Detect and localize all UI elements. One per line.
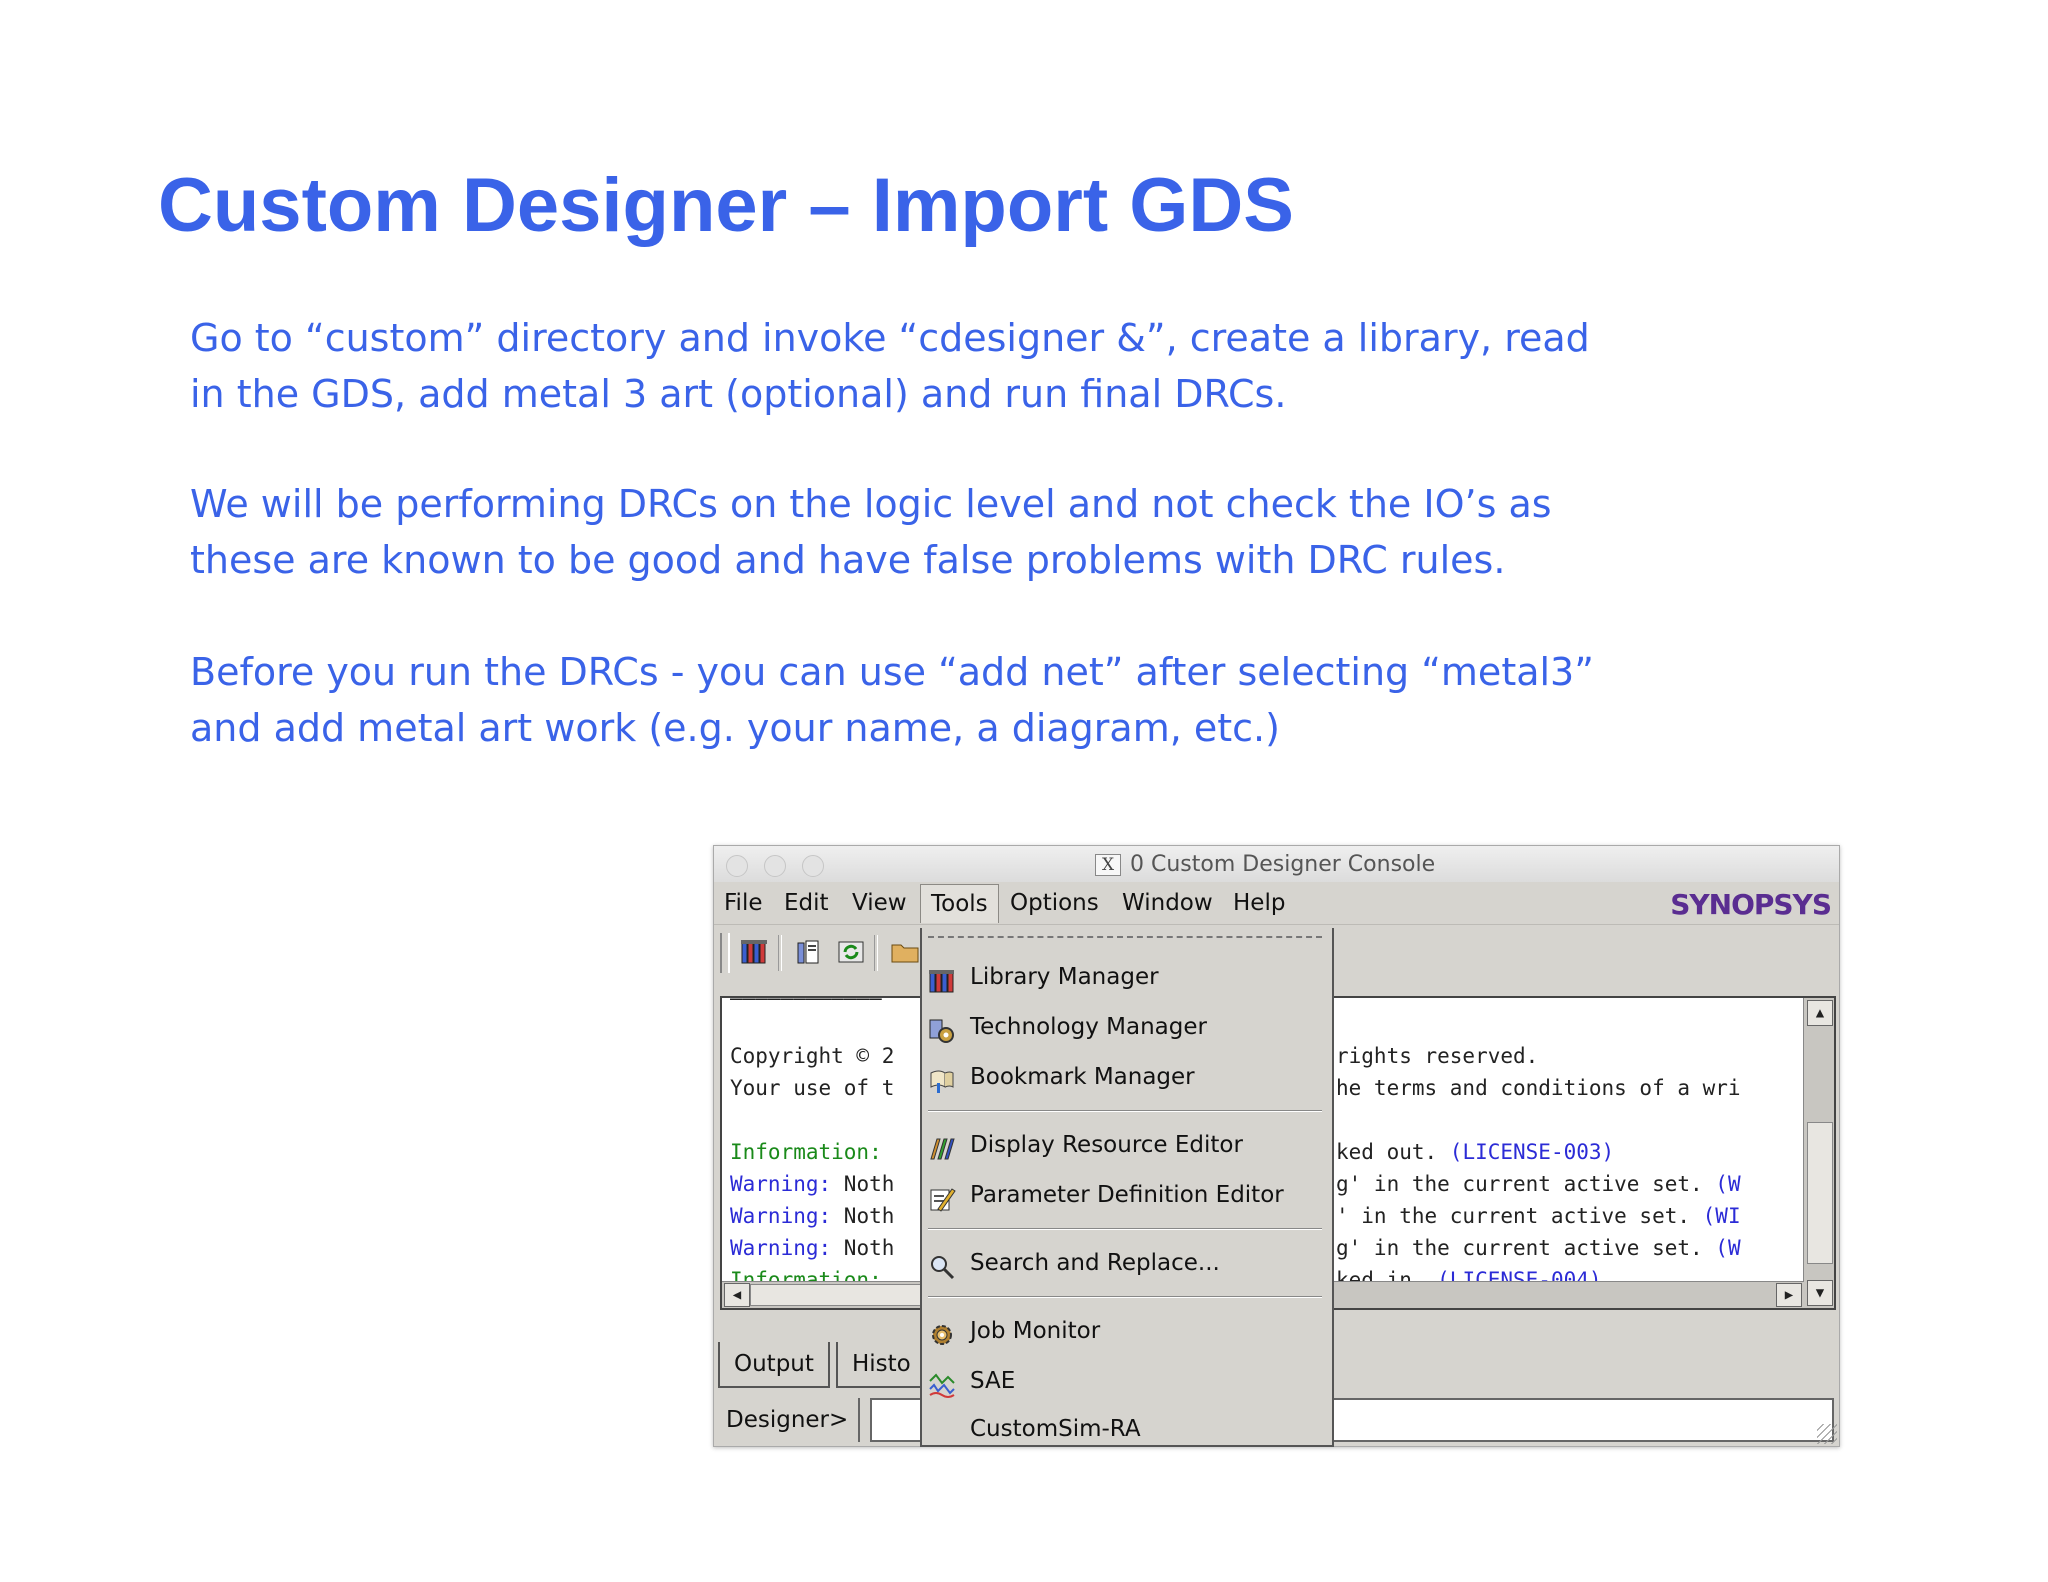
menu-item-label: SAE (970, 1368, 1016, 1394)
tab-output[interactable]: Output (718, 1342, 830, 1388)
console-line: Warning: Noth (730, 1236, 895, 1260)
slide-title: Custom Designer – Import GDS (158, 163, 1294, 248)
menu-file[interactable]: File (724, 886, 763, 920)
tab-history[interactable]: Histo (836, 1342, 927, 1388)
gear-icon (928, 1321, 956, 1349)
toolbar-grip[interactable] (720, 933, 730, 973)
menu-item-technology-manager[interactable]: Technology Manager (922, 1008, 1332, 1052)
vertical-scroll-thumb[interactable] (1807, 1122, 1833, 1264)
title-bar[interactable]: X 0 Custom Designer Console (714, 846, 1839, 883)
toolbar-separator (874, 935, 878, 971)
menu-item-label: Parameter Definition Editor (970, 1182, 1284, 1208)
library-icon[interactable] (740, 937, 770, 967)
sae-waveform-icon (928, 1371, 956, 1399)
menu-tools[interactable]: Tools (920, 884, 999, 923)
instruction-paragraph-3: Before you run the DRCs - you can use “a… (190, 650, 1594, 750)
menu-bar: File Edit View Tools Options Window Help… (714, 882, 1839, 924)
menu-options[interactable]: Options (1010, 886, 1099, 920)
console-line-right: rights reserved. (1336, 1044, 1539, 1068)
technology-gear-icon (928, 1017, 956, 1045)
minimize-window-button[interactable] (764, 855, 786, 877)
menu-separator (928, 1296, 1322, 1298)
close-window-button[interactable] (726, 855, 748, 877)
window-title: 0 Custom Designer Console (1130, 852, 1436, 877)
instruction-paragraph-1: Go to “custom” directory and invoke “cde… (190, 316, 1590, 416)
console-line-right: ' in the current active set. (WI (1336, 1204, 1741, 1228)
menu-separator (928, 1228, 1322, 1230)
menu-item-sae[interactable]: SAE (922, 1362, 1332, 1406)
console-line: Information: (730, 1140, 882, 1164)
console-line: Warning: Noth (730, 1204, 895, 1228)
x11-icon: X (1095, 854, 1121, 876)
menu-separator (928, 1110, 1322, 1112)
console-line-right: ked out. (LICENSE-003) (1336, 1140, 1615, 1164)
command-prompt-label: Designer> (716, 1398, 861, 1442)
refresh-icon[interactable] (836, 937, 866, 967)
menu-item-label: Job Monitor (970, 1318, 1101, 1344)
instruction-paragraph-2: We will be performing DRCs on the logic … (190, 482, 1552, 582)
bookmark-icon (928, 1067, 956, 1095)
console-line: Copyright © 2 (730, 1044, 895, 1068)
console-line-right: he terms and conditions of a wri (1336, 1076, 1741, 1100)
menu-item-label: Display Resource Editor (970, 1132, 1243, 1158)
display-resource-icon (928, 1135, 956, 1163)
console-line: Warning: Noth (730, 1172, 895, 1196)
menu-help[interactable]: Help (1233, 886, 1285, 920)
vertical-scrollbar[interactable]: ▲ ▼ (1803, 998, 1834, 1308)
scroll-left-arrow-icon[interactable]: ◀ (724, 1283, 750, 1307)
tools-menu-dropdown: Library Manager Technology Manager Bookm… (920, 928, 1334, 1447)
library-copy-icon[interactable] (794, 937, 824, 967)
folder-icon[interactable] (890, 937, 920, 967)
menu-item-search-and-replace[interactable]: Search and Replace... (922, 1244, 1332, 1288)
menu-edit[interactable]: Edit (784, 886, 829, 920)
menu-item-label: CustomSim-RA (970, 1416, 1141, 1442)
zoom-window-button[interactable] (802, 855, 824, 877)
menu-tearoff-line[interactable] (928, 936, 1322, 938)
console-line-right: g' in the current active set. (W (1336, 1172, 1741, 1196)
menu-item-display-resource-editor[interactable]: Display Resource Editor (922, 1126, 1332, 1170)
menu-view[interactable]: View (852, 886, 907, 920)
console-line-clipped: ———————————— (730, 996, 882, 1010)
menu-item-job-monitor[interactable]: Job Monitor (922, 1312, 1332, 1356)
console-line-right: g' in the current active set. (W (1336, 1236, 1741, 1260)
parameter-edit-icon (928, 1185, 956, 1213)
menu-item-parameter-definition-editor[interactable]: Parameter Definition Editor (922, 1176, 1332, 1220)
menu-window[interactable]: Window (1122, 886, 1213, 920)
menu-item-bookmark-manager[interactable]: Bookmark Manager (922, 1058, 1332, 1102)
scroll-right-arrow-icon[interactable]: ▶ (1776, 1283, 1802, 1307)
resize-grip-icon[interactable] (1817, 1424, 1837, 1444)
menu-item-label: Technology Manager (970, 1014, 1207, 1040)
menu-item-label: Search and Replace... (970, 1250, 1220, 1276)
menu-item-label: Library Manager (970, 964, 1159, 990)
scroll-down-arrow-icon[interactable]: ▼ (1807, 1280, 1833, 1306)
menu-item-customsim-ra[interactable]: CustomSim-RA (922, 1410, 1332, 1445)
synopsys-logo: SYNOPSYS (1670, 888, 1832, 921)
scroll-up-arrow-icon[interactable]: ▲ (1807, 1000, 1833, 1026)
library-icon (928, 967, 956, 995)
toolbar-separator (778, 935, 782, 971)
magnifier-icon (928, 1253, 956, 1281)
menu-item-library-manager[interactable]: Library Manager (922, 958, 1332, 1002)
menu-item-label: Bookmark Manager (970, 1064, 1195, 1090)
console-line: Your use of t (730, 1076, 895, 1100)
